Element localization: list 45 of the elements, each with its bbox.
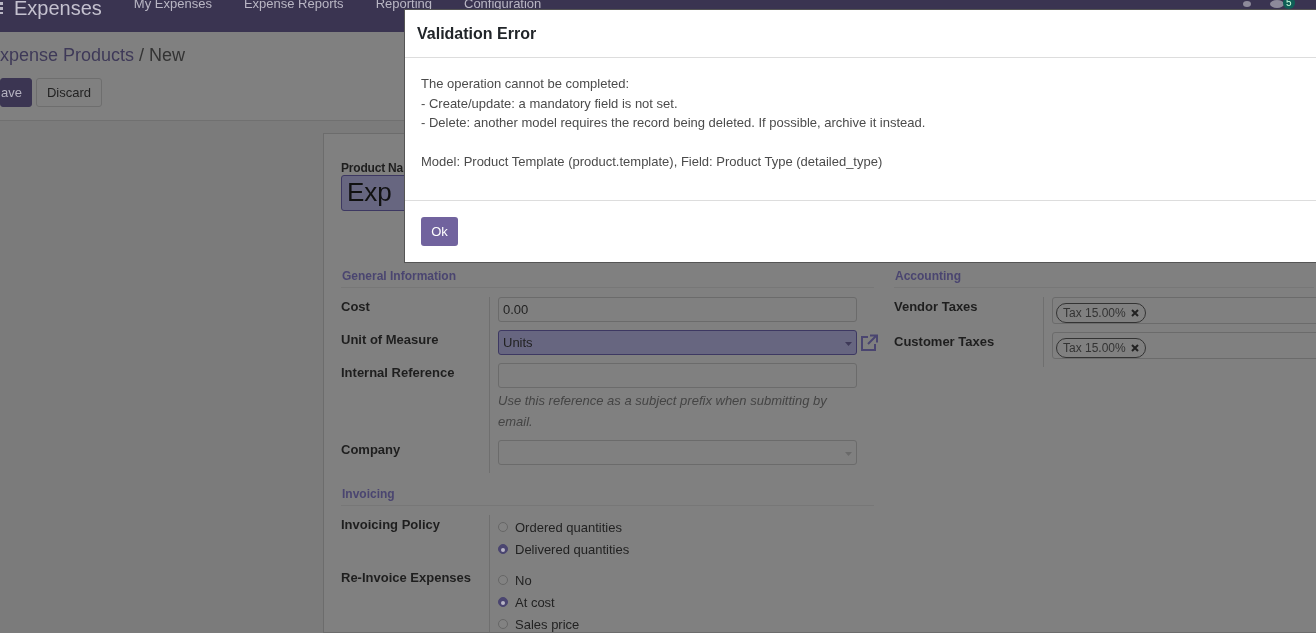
group-title: General Information <box>342 269 457 283</box>
field-label: Product Na <box>341 161 403 175</box>
tags-field[interactable]: Tax 15.00% <box>1052 297 1316 324</box>
dialog-title: Validation Error <box>417 24 537 43</box>
radio-label[interactable]: Sales price <box>515 616 580 632</box>
input-field[interactable]: 0.00 <box>498 297 857 322</box>
error-detail: Model: Product Template (product.template), Field: Product Type (detailed_type) <box>421 153 884 172</box>
radio-label[interactable]: No <box>515 572 532 588</box>
caret-icon[interactable] <box>845 342 852 346</box>
discard-button[interactable]: Discard <box>35 78 103 107</box>
field-label: Customer Taxes <box>894 334 995 349</box>
radio-label[interactable]: Ordered quantities <box>515 519 622 535</box>
notification-badge: 5 <box>1283 0 1295 9</box>
tags-field[interactable]: Tax 15.00% <box>1052 332 1316 359</box>
radio-button[interactable] <box>498 619 508 629</box>
radio-label[interactable]: At cost <box>515 594 555 610</box>
field-label: Cost <box>341 299 370 314</box>
field-label: Unit of Measure <box>341 332 439 347</box>
field-label: Re-Invoice Expenses <box>341 570 472 585</box>
help-text: Use this reference as a subject prefix when submitting by email. <box>498 392 828 431</box>
field-label: Vendor Taxes <box>894 299 978 314</box>
field-label: Company <box>341 442 401 457</box>
error-message-line: The operation cannot be completed: <box>421 75 631 93</box>
radio-button[interactable] <box>498 522 508 532</box>
app-title: Expenses <box>14 0 102 18</box>
error-message-line: - Delete: another model requires the record being deleted. If possible, archive it instead. <box>421 114 927 133</box>
radio-label[interactable]: Delivered quantities <box>515 541 630 557</box>
ok-button[interactable]: Ok <box>421 217 458 246</box>
apps-icon[interactable] <box>0 2 3 14</box>
field-label: Invoicing Policy <box>341 517 440 532</box>
group-title: Accounting <box>895 269 961 283</box>
radio-button[interactable] <box>498 544 508 554</box>
radio-button[interactable] <box>498 575 508 585</box>
radio-button[interactable] <box>498 597 508 607</box>
select-field[interactable]: Units <box>498 330 857 355</box>
breadcrumb-separator: / <box>138 45 146 65</box>
save-button[interactable]: ave <box>0 78 32 107</box>
remove-icon[interactable] <box>1130 344 1139 352</box>
external-link-icon[interactable] <box>859 334 879 352</box>
group-title: Invoicing <box>342 487 395 501</box>
error-message-line: - Create/update: a mandatory field is not set. <box>421 94 679 113</box>
breadcrumb-link[interactable]: xpense Products <box>0 45 135 65</box>
field-label: Internal Reference <box>341 365 455 380</box>
breadcrumb-current: New <box>149 45 186 65</box>
remove-icon[interactable] <box>1130 309 1139 317</box>
